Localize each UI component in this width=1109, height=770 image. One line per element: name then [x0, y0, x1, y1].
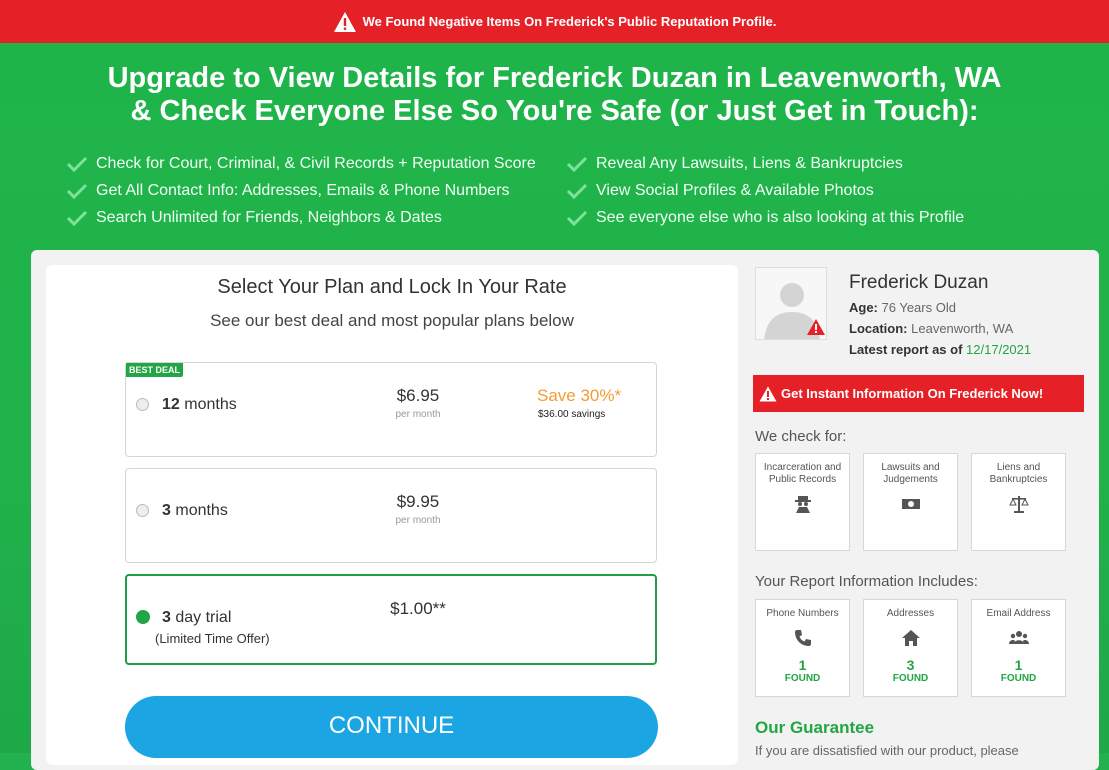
- check-item-incarceration: Incarceration and Public Records: [755, 453, 850, 551]
- age-label: Age:: [849, 300, 878, 315]
- location-value: Leavenworth, WA: [911, 321, 1014, 336]
- instant-info-text: Get Instant Information On Frederick Now…: [781, 386, 1044, 401]
- location-label: Location:: [849, 321, 908, 336]
- alert-banner: We Found Negative Items On Frederick's P…: [0, 0, 1109, 43]
- plan-save-percent: Save 30%*: [537, 386, 622, 405]
- report-item-addresses: Addresses 3 FOUND: [863, 599, 958, 697]
- plan-term: 3 day trial: [162, 609, 231, 627]
- feature-text: Get All Contact Info: Addresses, Emails …: [96, 182, 510, 199]
- check-icon: [66, 183, 88, 199]
- check-icon: [566, 183, 588, 199]
- report-item-count: 1: [1014, 657, 1023, 673]
- warning-icon: [333, 11, 356, 32]
- phone-icon: [794, 630, 811, 646]
- plans-subtitle: See our best deal and most popular plans…: [210, 311, 574, 330]
- plan-radio-12-months[interactable]: [136, 398, 149, 411]
- plan-radio-3-day-trial[interactable]: [136, 610, 150, 624]
- report-item-phone: Phone Numbers 1 FOUND: [755, 599, 850, 697]
- plan-qty: 3: [162, 502, 171, 519]
- check-item-label: Lawsuits and Judgements: [881, 462, 940, 485]
- plan-price: $6.95: [396, 386, 440, 405]
- page-headline: Upgrade to View Details for Frederick Du…: [0, 62, 1109, 128]
- check-icon: [66, 210, 88, 226]
- plan-per-month: per month: [395, 515, 441, 526]
- report-item-label: Addresses: [886, 608, 935, 619]
- report-includes-title: Your Report Information Includes:: [755, 573, 978, 590]
- feature-text: Check for Court, Criminal, & Civil Recor…: [96, 155, 536, 172]
- profile-name: Frederick Duzan: [849, 272, 989, 293]
- feature-item: Get All Contact Info: Addresses, Emails …: [66, 180, 566, 202]
- plan-price: $9.95: [396, 492, 440, 511]
- report-item-email: Email Address 1 FOUND: [971, 599, 1066, 697]
- feature-item: See everyone else who is also looking at…: [566, 207, 1066, 229]
- profile-age: Age: 76 Years Old: [849, 300, 956, 315]
- check-icon: [566, 156, 588, 172]
- headline-line-1: Upgrade to View Details for Frederick Du…: [107, 62, 1002, 94]
- feature-item: Search Unlimited for Friends, Neighbors …: [66, 207, 566, 229]
- scale-icon: [1008, 496, 1029, 513]
- feature-text: See everyone else who is also looking at…: [596, 209, 965, 226]
- warning-icon: [807, 319, 825, 335]
- check-icon: [66, 156, 88, 172]
- home-icon: [901, 630, 920, 646]
- feature-item: View Social Profiles & Available Photos: [566, 180, 1066, 202]
- report-item-found: FOUND: [784, 673, 821, 684]
- plan-savings: $36.00 savings: [538, 409, 606, 420]
- plan-term: 3 months: [162, 502, 228, 520]
- feature-item: Check for Court, Criminal, & Civil Recor…: [66, 153, 566, 175]
- plans-title: Select Your Plan and Lock In Your Rate: [217, 276, 567, 298]
- feature-item: Reveal Any Lawsuits, Liens & Bankruptcie…: [566, 153, 1066, 175]
- plan-note: (Limited Time Offer): [155, 631, 270, 646]
- profile-report-date: Latest report as of 12/17/2021: [849, 342, 1031, 357]
- check-item-liens: Liens and Bankruptcies: [971, 453, 1066, 551]
- plan-unit: months: [184, 396, 237, 413]
- report-item-found: FOUND: [1000, 673, 1037, 684]
- profile-location: Location: Leavenworth, WA: [849, 321, 1013, 336]
- check-item-lawsuits: Lawsuits and Judgements: [863, 453, 958, 551]
- continue-button[interactable]: CONTINUE: [125, 696, 658, 758]
- plan-unit: months: [175, 502, 228, 519]
- report-item-found: FOUND: [892, 673, 929, 684]
- plan-radio-3-months[interactable]: [136, 504, 149, 517]
- report-date: 12/17/2021: [966, 342, 1032, 357]
- check-item-label: Incarceration and Public Records: [763, 462, 842, 485]
- plan-qty: 3: [162, 609, 171, 626]
- alert-message: We Found Negative Items On Frederick's P…: [362, 14, 777, 29]
- feature-text: Reveal Any Lawsuits, Liens & Bankruptcie…: [596, 155, 903, 172]
- report-item-count: 1: [798, 657, 807, 673]
- plan-term: 12 months: [162, 396, 237, 414]
- plan-unit: day trial: [175, 609, 232, 626]
- feature-text: View Social Profiles & Available Photos: [596, 182, 874, 199]
- report-item-count: 3: [906, 657, 915, 673]
- report-label: Latest report as of: [849, 342, 963, 357]
- best-deal-badge: BEST DEAL: [126, 363, 184, 377]
- feature-list: Check for Court, Criminal, & Civil Recor…: [66, 153, 1066, 229]
- age-value: 76 Years Old: [881, 300, 956, 315]
- we-check-title: We check for:: [755, 428, 847, 445]
- feature-text: Search Unlimited for Friends, Neighbors …: [96, 209, 442, 226]
- report-item-label: Email Address: [986, 608, 1051, 619]
- plan-qty: 12: [162, 396, 180, 413]
- guarantee-text: If you are dissatisfied with our product…: [755, 743, 1019, 758]
- headline-line-2: & Check Everyone Else So You're Safe (or…: [130, 95, 979, 127]
- warning-icon: [759, 386, 777, 401]
- spy-icon: [794, 496, 811, 513]
- plan-per-month: per month: [395, 409, 441, 420]
- check-item-label: Liens and Bankruptcies: [989, 462, 1048, 485]
- plan-price: $1.00**: [390, 599, 446, 618]
- instant-info-banner[interactable]: Get Instant Information On Frederick Now…: [753, 375, 1084, 412]
- users-icon: [1008, 631, 1029, 644]
- report-item-label: Phone Numbers: [766, 608, 839, 619]
- check-icon: [566, 210, 588, 226]
- money-icon: [901, 499, 920, 509]
- guarantee-title: Our Guarantee: [755, 718, 875, 737]
